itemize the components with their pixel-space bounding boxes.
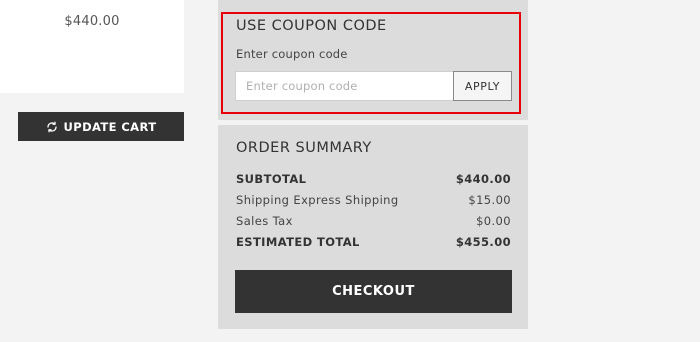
cart-item-price: $440.00 <box>64 14 120 29</box>
coupon-title: USE COUPON CODE <box>236 18 387 34</box>
summary-row-estimated-total: ESTIMATED TOTAL $455.00 <box>236 235 511 249</box>
coupon-field-label: Enter coupon code <box>236 47 348 61</box>
checkout-button[interactable]: CHECKOUT <box>235 270 512 313</box>
summary-row-shipping: Shipping Express Shipping $15.00 <box>236 193 511 207</box>
summary-row-sales-tax: Sales Tax $0.00 <box>236 214 511 228</box>
shipping-value: $15.00 <box>468 193 511 207</box>
sales-tax-value: $0.00 <box>476 214 511 228</box>
estimated-total-label: ESTIMATED TOTAL <box>236 235 360 249</box>
sales-tax-label: Sales Tax <box>236 214 293 228</box>
refresh-icon <box>46 121 57 132</box>
update-cart-label: UPDATE CART <box>63 119 157 134</box>
shipping-label: Shipping Express Shipping <box>236 193 399 207</box>
cart-item-price-panel: $440.00 <box>0 0 184 93</box>
estimated-total-value: $455.00 <box>455 235 511 249</box>
order-summary-title: ORDER SUMMARY <box>236 140 372 156</box>
subtotal-value: $440.00 <box>455 172 511 186</box>
cart-page: $440.00 UPDATE CART USE COUPON CODE Ente… <box>0 0 700 342</box>
apply-coupon-button[interactable]: APPLY <box>453 71 512 101</box>
update-cart-button[interactable]: UPDATE CART <box>18 112 184 141</box>
subtotal-label: SUBTOTAL <box>236 172 307 186</box>
coupon-code-input[interactable] <box>235 71 454 101</box>
summary-row-subtotal: SUBTOTAL $440.00 <box>236 172 511 186</box>
